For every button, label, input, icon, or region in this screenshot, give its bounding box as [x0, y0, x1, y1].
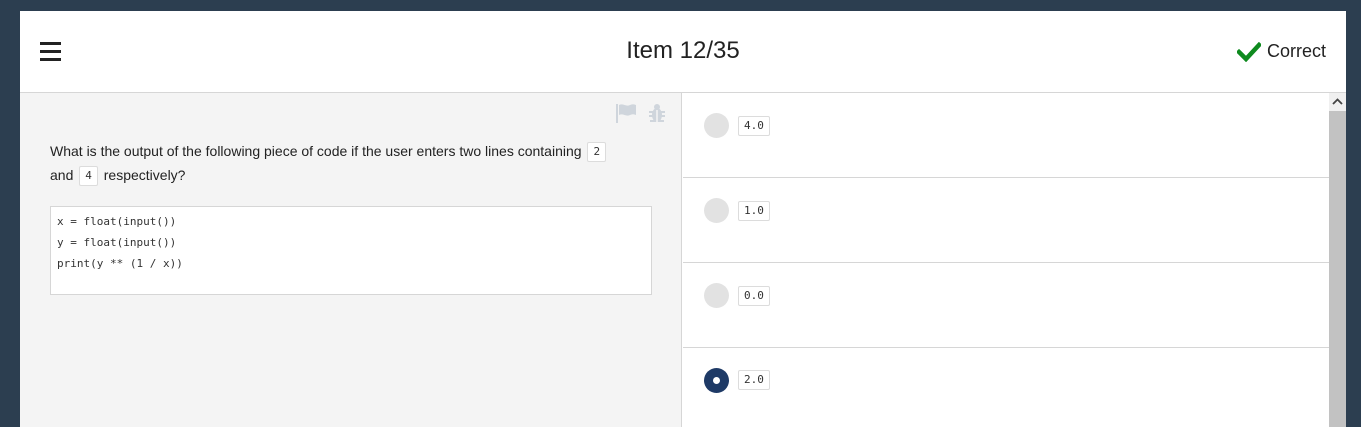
status-indicator: Correct — [1236, 41, 1326, 62]
code-snippet: x = float(input()) y = float(input()) pr… — [50, 206, 652, 295]
question-tools — [615, 103, 667, 123]
radio-button-selected[interactable] — [704, 368, 729, 393]
question-text-part1: What is the output of the following piec… — [50, 143, 582, 159]
inline-code-value-1: 2 — [587, 142, 607, 162]
checkmark-icon — [1236, 41, 1261, 62]
code-line: print(y ** (1 / x)) — [57, 257, 183, 270]
status-label: Correct — [1266, 41, 1326, 61]
radio-button[interactable] — [704, 113, 729, 138]
page-title: Item 12/35 — [626, 37, 740, 64]
answer-value: 1.0 — [738, 201, 770, 221]
scrollbar[interactable] — [1329, 93, 1346, 427]
answer-pane: 4.0 1.0 0.0 2.0 — [683, 93, 1346, 427]
answer-option-4[interactable]: 2.0 — [683, 348, 1329, 427]
header: Item 12/35 Correct — [20, 11, 1346, 93]
answer-value: 0.0 — [738, 286, 770, 306]
answer-option-2[interactable]: 1.0 — [683, 178, 1329, 263]
answer-option-1[interactable]: 4.0 — [683, 93, 1329, 178]
answer-option-3[interactable]: 0.0 — [683, 263, 1329, 348]
scrollbar-thumb[interactable] — [1329, 111, 1346, 427]
scroll-up-button[interactable] — [1329, 93, 1346, 110]
code-line: y = float(input()) — [57, 236, 177, 249]
chevron-up-icon — [1332, 98, 1343, 105]
radio-button[interactable] — [704, 283, 729, 308]
question-text: What is the output of the following piec… — [50, 139, 650, 187]
question-text-part3: respectively? — [103, 167, 186, 183]
bug-icon[interactable] — [647, 103, 667, 123]
inline-code-value-2: 4 — [79, 166, 98, 186]
radio-button[interactable] — [704, 198, 729, 223]
question-text-part2: and — [50, 167, 74, 183]
code-line: x = float(input()) — [57, 215, 177, 228]
flag-icon[interactable] — [615, 103, 637, 123]
answer-value: 2.0 — [738, 370, 770, 390]
answer-value: 4.0 — [738, 116, 770, 136]
quiz-window: Item 12/35 Correct What is the output of… — [20, 11, 1346, 427]
question-pane: What is the output of the following piec… — [20, 93, 682, 427]
